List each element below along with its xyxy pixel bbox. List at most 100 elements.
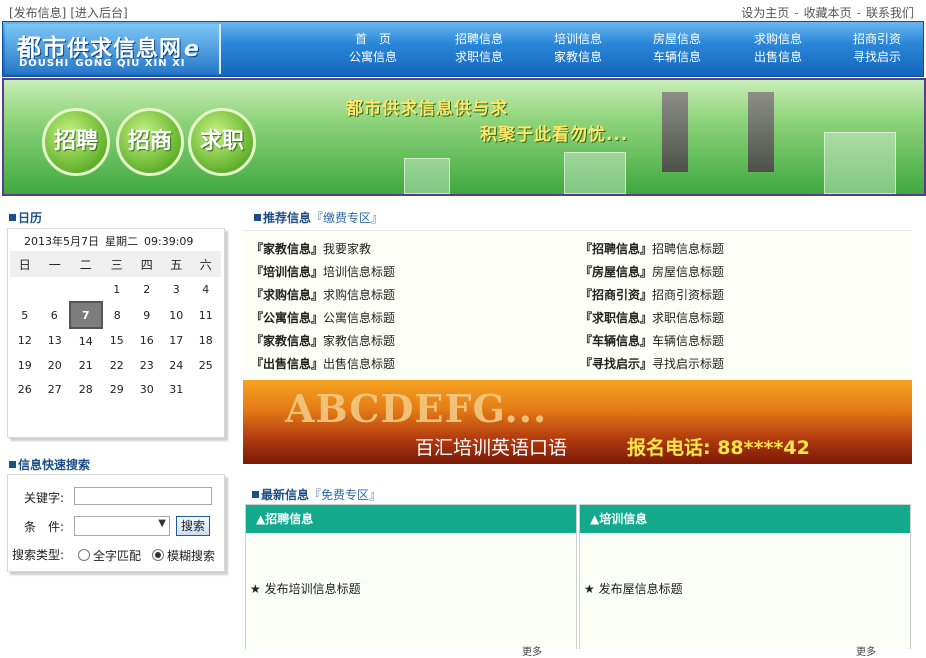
logo-en-1: DOUSHI — [19, 58, 70, 69]
nav-item-training[interactable]: 培训信息 — [538, 30, 618, 48]
quick-search-panel: 关键字: 条 件: ▼ 搜索 搜索类型: 全字匹配 模糊搜索 — [7, 474, 225, 572]
calendar-day[interactable]: 17 — [162, 328, 192, 353]
calendar-day[interactable]: 27 — [40, 377, 71, 401]
weekday-header: 一 — [39, 251, 70, 277]
list-item[interactable]: ★ 发布屋信息标题 — [584, 580, 683, 597]
square-bullet-icon — [9, 214, 16, 221]
calendar-day[interactable]: 10 — [162, 302, 192, 328]
recommended-title: 推荐信息『缴费专区』 — [254, 209, 383, 226]
calendar-title: 日历 — [9, 209, 42, 226]
list-item[interactable]: 『求购信息』求购信息标题 — [251, 286, 395, 303]
calendar-day[interactable]: 2 — [132, 277, 162, 302]
calendar-day[interactable]: 9 — [132, 302, 162, 328]
nav-item-housing[interactable]: 房屋信息 — [637, 30, 717, 48]
person-graphic — [748, 92, 774, 172]
nav-item-buy[interactable]: 求购信息 — [738, 30, 818, 48]
radio-icon[interactable] — [78, 549, 90, 561]
calendar-day[interactable]: 24 — [162, 353, 192, 377]
bookmark-link[interactable]: 收藏本页 — [804, 6, 852, 20]
calendar-day[interactable]: 12 — [10, 328, 40, 353]
calendar-day[interactable]: 1 — [102, 277, 133, 302]
list-item[interactable]: 『家教信息』家教信息标题 — [251, 332, 395, 349]
post-info-link[interactable]: [发布信息] — [9, 6, 66, 20]
set-homepage-link[interactable]: 设为主页 — [741, 6, 789, 20]
nav-item-jobseek[interactable]: 求职信息 — [439, 48, 519, 66]
list-item[interactable]: ★ 发布培训信息标题 — [250, 580, 361, 597]
calendar-day[interactable]: 14 — [70, 328, 102, 353]
calendar-day[interactable]: 22 — [102, 353, 133, 377]
banner-slogan-2: 积聚于此看勿忧... — [480, 125, 629, 145]
nav-item-investment[interactable]: 招商引资 — [837, 30, 917, 48]
calendar-day[interactable]: 29 — [102, 377, 133, 401]
keyword-input[interactable] — [74, 487, 212, 505]
nav-item-lost-found[interactable]: 寻找启示 — [837, 48, 917, 66]
logo-e: e — [184, 37, 200, 62]
list-item[interactable]: 『招聘信息』招聘信息标题 — [580, 240, 724, 257]
calendar-day[interactable]: 23 — [132, 353, 162, 377]
calendar-day[interactable]: 21 — [70, 353, 102, 377]
ad-phone: 报名电话: 88****42 — [627, 437, 810, 459]
condition-select[interactable]: ▼ — [74, 516, 170, 536]
radio-selected-icon[interactable] — [152, 549, 164, 561]
list-item[interactable]: 『培训信息』培训信息标题 — [251, 263, 395, 280]
exact-match-option[interactable]: 全字匹配 — [78, 547, 141, 564]
list-item[interactable]: 『房屋信息』房屋信息标题 — [580, 263, 724, 280]
nav-item-sell[interactable]: 出售信息 — [738, 48, 818, 66]
calendar-day[interactable]: 19 — [10, 353, 40, 377]
recommended-list: 『家教信息』我要家教 『培训信息』培训信息标题 『求购信息』求购信息标题 『公寓… — [243, 230, 912, 381]
weekday-header: 六 — [191, 251, 221, 277]
ad-headline: ABCDEFG... — [285, 386, 548, 431]
list-item[interactable]: 『招商引资』招商引资标题 — [580, 286, 724, 303]
calendar-day[interactable]: 15 — [102, 328, 133, 353]
calendar-day[interactable]: 31 — [162, 377, 192, 401]
nav-item-home[interactable]: 首 页 — [333, 30, 413, 48]
list-item[interactable]: 『求职信息』求职信息标题 — [580, 309, 724, 326]
calendar-day[interactable]: 8 — [102, 302, 133, 328]
admin-link[interactable]: [进入后台] — [70, 6, 127, 20]
list-item[interactable]: 『车辆信息』车辆信息标题 — [580, 332, 724, 349]
contact-link[interactable]: 联系我们 — [866, 6, 914, 20]
calendar-day[interactable]: 20 — [40, 353, 71, 377]
calendar-day[interactable]: 4 — [191, 277, 221, 302]
calendar-day[interactable]: 30 — [132, 377, 162, 401]
square-bullet-icon — [9, 461, 16, 468]
separator: - — [794, 6, 799, 20]
calendar-day[interactable]: 3 — [162, 277, 192, 302]
person-graphic — [662, 92, 688, 172]
list-item[interactable]: 『家教信息』我要家教 — [251, 240, 371, 257]
calendar-day — [191, 377, 221, 401]
nav-item-vehicle[interactable]: 车辆信息 — [637, 48, 717, 66]
calendar-day[interactable]: 13 — [40, 328, 71, 353]
calendar-day[interactable]: 16 — [132, 328, 162, 353]
list-item[interactable]: 『公寓信息』公寓信息标题 — [251, 309, 395, 326]
calendar-day[interactable]: 6 — [40, 302, 71, 328]
calendar-day[interactable]: 28 — [70, 377, 102, 401]
calendar-day[interactable]: 26 — [10, 377, 40, 401]
hero-banner: 招聘 招商 求职 都市供求信息供与求 积聚于此看勿忧... — [2, 78, 926, 196]
weekday-header: 三 — [101, 251, 132, 277]
calendar-day[interactable]: 25 — [191, 353, 221, 377]
panel-header[interactable]: ▲培训信息 — [580, 505, 910, 533]
calendar-day[interactable]: 5 — [10, 302, 40, 328]
weekday-header: 日 — [10, 251, 40, 277]
more-link[interactable]: 更多 — [856, 643, 876, 658]
calendar-day — [10, 277, 40, 302]
nav-item-apartment[interactable]: 公寓信息 — [333, 48, 413, 66]
calendar-time: 09:39:09 — [144, 235, 194, 248]
more-link[interactable]: 更多 — [522, 643, 542, 658]
calendar-day[interactable]: 18 — [191, 328, 221, 353]
square-bullet-icon — [252, 491, 259, 498]
nav-item-tutor[interactable]: 家教信息 — [538, 48, 618, 66]
list-item[interactable]: 『出售信息』出售信息标题 — [251, 355, 395, 372]
building-graphic — [404, 158, 450, 194]
search-button[interactable]: 搜索 — [176, 516, 210, 536]
nav-item-recruit[interactable]: 招聘信息 — [439, 30, 519, 48]
calendar-weekday: 星期二 — [105, 235, 138, 248]
fuzzy-search-option[interactable]: 模糊搜索 — [152, 547, 215, 564]
site-logo[interactable]: 都市供求信息网e DOUSHI GONG QIU XIN XI — [5, 24, 221, 74]
list-item[interactable]: 『寻找启示』寻找启示标题 — [580, 355, 724, 372]
calendar-day[interactable]: 11 — [191, 302, 221, 328]
calendar-today[interactable]: 7 — [69, 301, 103, 329]
ad-banner[interactable]: ABCDEFG... 百汇培训英语口语 报名电话: 88****42 — [243, 380, 912, 464]
panel-header[interactable]: ▲招聘信息 — [246, 505, 576, 533]
